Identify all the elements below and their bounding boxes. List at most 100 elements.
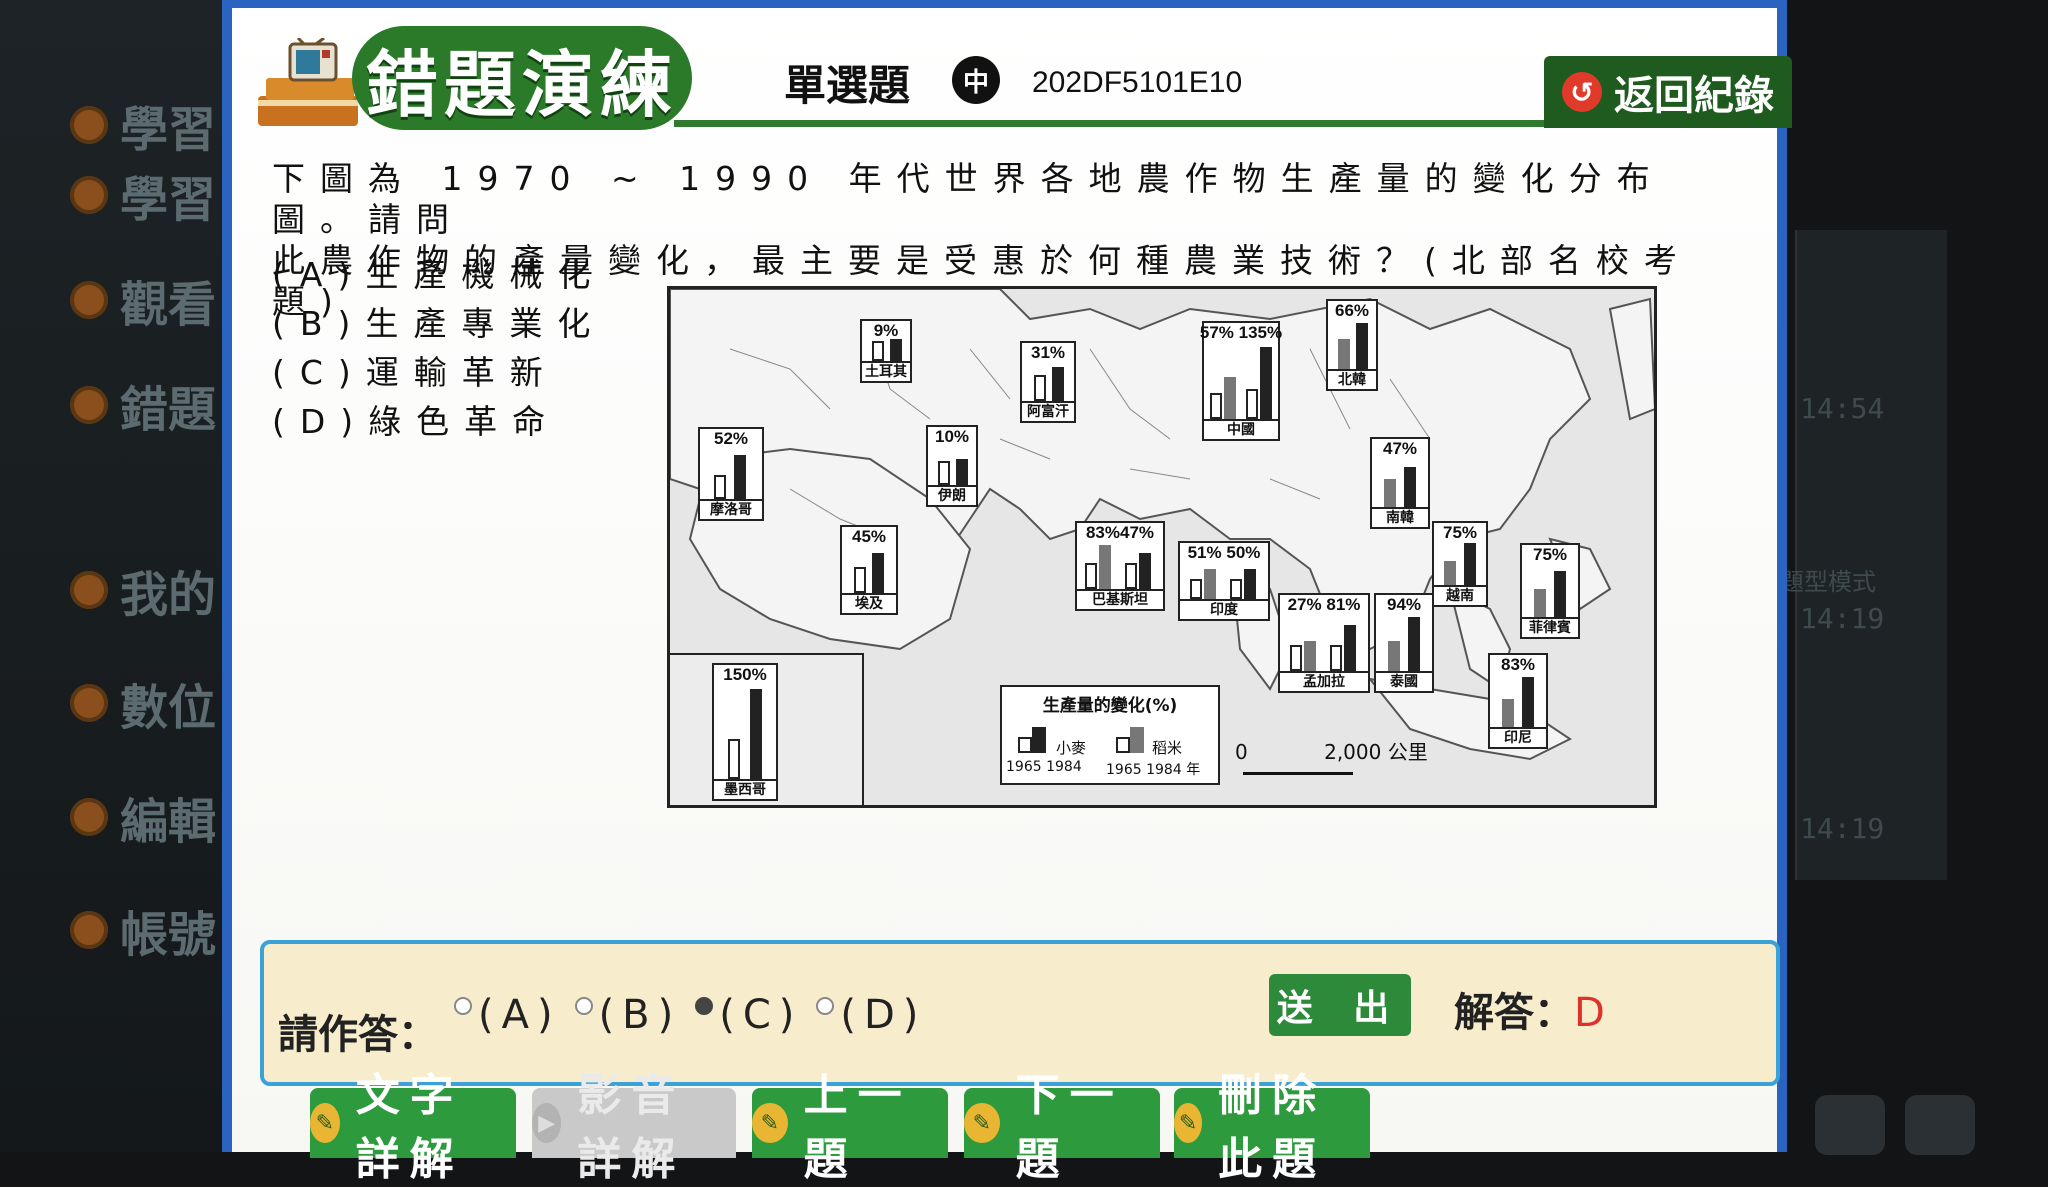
bar-wheat-1984 (1304, 641, 1316, 671)
map-scale-bar: 0 2,000 公里 (1235, 736, 1428, 775)
bar-1984 (1408, 617, 1420, 671)
difficulty-badge: 中 (952, 56, 1000, 104)
bg-sidebar-item-6[interactable]: 數位 (70, 668, 240, 738)
country-chart-turkey: 9% 土耳其 (860, 319, 912, 383)
legend-years-wheat: 1965 1984 (1006, 759, 1082, 775)
previous-question-button[interactable]: ✎ 上一題 (752, 1070, 948, 1185)
bg-sidebar-item-5[interactable]: 我的 (70, 555, 240, 625)
menu-bullet-icon (70, 798, 108, 836)
country-chart-china: 57% 135% 中國 (1200, 321, 1282, 441)
bar-1965 (1444, 561, 1456, 585)
page-title: 錯題演練 (352, 26, 692, 130)
question-options: (A)生產機械化 (B)生產專業化 (C)運輸革新 (D)綠色革命 (272, 250, 605, 446)
solution-display: 解答：D (1454, 990, 1605, 1036)
bar-1965 (938, 461, 950, 485)
bg-time-3: 14:19 (1800, 812, 1885, 845)
text-explanation-button[interactable]: ✎ 文字詳解 (310, 1070, 516, 1185)
bg-sidebar-item-7[interactable]: 編輯 (70, 782, 240, 852)
bg-sidebar-item-3[interactable]: 觀看 (70, 265, 240, 335)
bar-1984 (1052, 367, 1064, 401)
radio-a[interactable] (454, 997, 472, 1015)
map-legend: 生產量的變化(%) 小麥 稻米 1965 1984 1965 1984 年 (1000, 685, 1220, 785)
back-arrow-icon: ↺ (1562, 72, 1602, 112)
bar-wheat-1965 (1210, 393, 1222, 419)
bar-rice-1965 (1230, 579, 1242, 599)
bar-rice-1965 (1246, 389, 1258, 419)
menu-bullet-icon (70, 911, 108, 949)
bg-time-2: 14:19 (1800, 602, 1885, 635)
bar-wheat-1984 (1099, 545, 1111, 589)
answer-option-a[interactable]: (A) (454, 992, 561, 1038)
dialog-top-border (232, 0, 1777, 8)
background-sidebar: 學習 學習 觀看 錯題 我的 數位 編輯 帳號 (0, 0, 230, 1152)
country-chart-north-korea: 66% 北韓 (1326, 299, 1378, 391)
bar-wheat-1984 (1204, 569, 1216, 599)
country-chart-thailand: 94% 泰國 (1374, 593, 1434, 693)
mexico-inset-map: 150% 墨西哥 (670, 653, 864, 805)
answer-option-c[interactable]: (C) (695, 992, 802, 1038)
bg-sidebar-item-2[interactable]: 學習 (70, 160, 240, 230)
country-chart-india: 51% 50% 印度 (1178, 541, 1270, 621)
bar-1984 (890, 339, 902, 361)
legend-years-rice: 1965 1984 年 (1106, 762, 1201, 778)
menu-bullet-icon (70, 571, 108, 609)
bar-1965 (1502, 699, 1514, 727)
country-chart-afghanistan: 31% 阿富汗 (1020, 341, 1076, 423)
bg-sidebar-item-4[interactable]: 錯題 (70, 370, 240, 440)
legend-wheat-bar (1032, 727, 1046, 753)
answer-option-b[interactable]: (B) (574, 992, 682, 1038)
bar-rice-1984 (1244, 569, 1256, 599)
menu-bullet-icon (70, 106, 108, 144)
bar-1984 (956, 459, 968, 485)
bar-1965 (1388, 641, 1400, 671)
bar-wheat-1984 (1224, 377, 1236, 419)
back-to-records-button[interactable]: ↺ 返回紀錄 (1544, 56, 1792, 128)
bar-1965 (728, 739, 740, 779)
book-tv-logo-icon (258, 38, 358, 126)
bar-rice-1965 (1330, 645, 1342, 671)
bar-rice-1984 (1139, 553, 1151, 589)
bar-1984 (1522, 677, 1534, 727)
country-chart-philippines: 75% 菲律賓 (1520, 543, 1580, 639)
edit-note-icon: ✎ (752, 1103, 788, 1143)
background-right-panel (1795, 230, 1947, 880)
radio-c[interactable] (695, 997, 714, 1015)
bar-1984 (750, 689, 762, 779)
play-icon: ▶ (532, 1103, 562, 1143)
menu-bullet-icon (70, 386, 108, 424)
country-chart-pakistan: 83%47% 巴基斯坦 (1075, 521, 1165, 611)
legend-rice-bar-1965 (1116, 737, 1130, 753)
bar-wheat-1965 (1290, 645, 1302, 671)
bar-wheat-1965 (1085, 563, 1097, 589)
question-line-1: 下圖為 1970 ~ 1990 年代世界各地農作物生產量的變化分布圖。請問 (272, 159, 1665, 239)
crop-production-map: 9% 土耳其 31% 阿富汗 57% 135% 中國 66% 北韓 52% 摩洛… (667, 286, 1657, 808)
exit-icon[interactable] (1905, 1095, 1975, 1155)
home-icon[interactable] (1815, 1095, 1885, 1155)
solution-value: D (1574, 990, 1605, 1036)
bg-sidebar-item-8[interactable]: 帳號 (70, 895, 240, 965)
radio-b[interactable] (574, 997, 593, 1015)
bg-sidebar-item-1[interactable]: 學習 (70, 90, 240, 160)
bar-1984 (1356, 323, 1368, 369)
question-code: 202DF5101E10 (1032, 66, 1243, 99)
radio-d[interactable] (816, 997, 835, 1015)
menu-bullet-icon (70, 176, 108, 214)
answer-option-d[interactable]: (D) (816, 992, 926, 1038)
next-question-button[interactable]: ✎ 下一題 (964, 1070, 1160, 1185)
option-b: (B)生產專業化 (272, 304, 606, 343)
submit-button[interactable]: 送 出 (1269, 974, 1411, 1036)
bar-1965 (1034, 375, 1046, 401)
bar-1984 (1464, 543, 1476, 585)
menu-bullet-icon (70, 684, 108, 722)
wrong-question-practice-dialog: 錯題演練 單選題 中 202DF5101E10 ↺ 返回紀錄 下圖為 1970 … (222, 0, 1792, 1185)
delete-question-button[interactable]: ✎ 刪除此題 (1174, 1070, 1370, 1185)
country-chart-mexico: 150% 墨西哥 (712, 663, 778, 801)
video-explanation-button[interactable]: ▶ 影音詳解 (532, 1070, 736, 1185)
bg-mode-label: 題型模式 (1780, 568, 1876, 596)
answer-options: (A) (B) (C) (D) (454, 992, 926, 1038)
bar-1984 (1404, 467, 1416, 507)
legend-rice-bar (1130, 727, 1144, 753)
bar-1965 (1338, 339, 1350, 369)
country-chart-indonesia: 83% 印尼 (1488, 653, 1548, 749)
bar-rice-1984 (1344, 625, 1356, 671)
